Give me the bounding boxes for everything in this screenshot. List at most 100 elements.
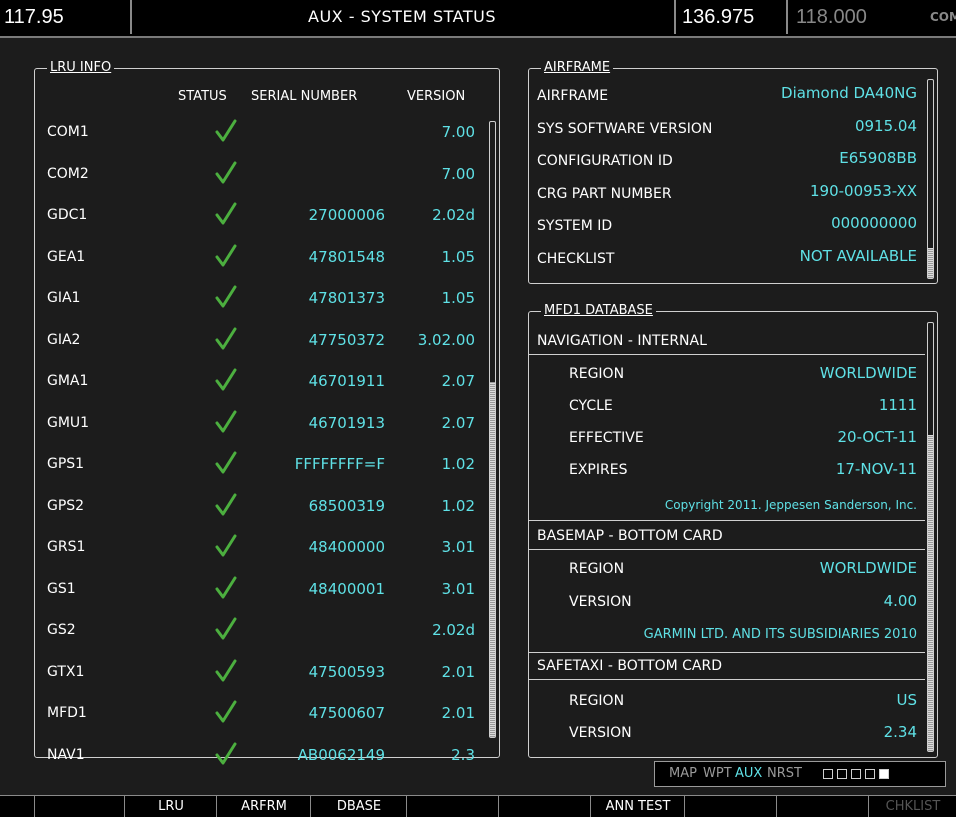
airframe-field-value: 000000000 [831, 214, 917, 232]
lru-row[interactable]: GDC1 27000006 2.02d [35, 200, 485, 230]
lru-serial-number: 46701913 [308, 413, 385, 432]
lru-row[interactable]: GPS1 FFFFFFFF=F 1.02 [35, 449, 485, 479]
lru-version: 1.02 [441, 455, 475, 473]
divider [529, 354, 925, 355]
lru-version: 1.02 [441, 496, 475, 515]
top-bar: 117.95 AUX - SYSTEM STATUS 136.975 118.0… [0, 0, 956, 38]
panel-title: MFD1 DATABASE [541, 303, 656, 319]
divider [674, 0, 676, 34]
lru-serial-number: 48400000 [308, 538, 385, 556]
page-title: AUX - SYSTEM STATUS [308, 7, 496, 26]
com-standby-frequency[interactable]: 118.000 [796, 0, 867, 34]
status-check-icon [215, 617, 237, 640]
airframe-field-label: CRG PART NUMBER [537, 185, 672, 202]
lru-version: 2.01 [441, 662, 475, 681]
lru-row[interactable]: GPS2 68500319 1.02 [35, 491, 485, 521]
status-check-icon [215, 244, 237, 266]
softkey-11[interactable]: CHKLIST [868, 796, 956, 817]
softkey-10[interactable] [776, 796, 869, 817]
airframe-field-value: Diamond DA40NG [781, 84, 917, 102]
lru-version: 1.05 [441, 289, 475, 307]
page-indicator-box [837, 769, 847, 779]
lru-row[interactable]: GEA1 47801548 1.05 [35, 242, 485, 272]
lru-name: GMU1 [47, 414, 90, 431]
airframe-field-value: E65908BB [839, 149, 917, 167]
lru-row[interactable]: GIA1 47801373 1.05 [35, 283, 485, 313]
airframe-scrollbar[interactable] [927, 79, 934, 279]
database-scrollbar[interactable] [927, 322, 934, 752]
softkey-6[interactable] [406, 796, 499, 817]
lru-row[interactable]: GMU1 46701913 2.07 [35, 408, 485, 438]
lru-name: COM2 [47, 165, 89, 182]
basemap-version-label: VERSION [569, 594, 632, 610]
nav-frequency[interactable]: 117.95 [4, 0, 64, 34]
lru-name: GDC1 [47, 207, 88, 223]
status-check-icon [215, 368, 237, 391]
lru-version: 2.3 [451, 745, 475, 764]
mfd1-database-panel: MFD1 DATABASE NAVIGATION - INTERNAL REGI… [528, 303, 938, 758]
airframe-field-label: CHECKLIST [537, 250, 615, 267]
mfd-screen: 117.95 AUX - SYSTEM STATUS 136.975 118.0… [0, 0, 956, 817]
softkey-7[interactable] [498, 796, 591, 817]
expires-value: 17-NOV-11 [835, 460, 917, 478]
status-check-icon [215, 659, 237, 681]
page-group-nrst: NRST [767, 766, 802, 781]
lru-row[interactable]: NAV1 AB0062149 2.3 [35, 740, 485, 770]
lru-name: GPS2 [47, 497, 85, 514]
lru-row[interactable]: GS1 48400001 3.01 [35, 574, 485, 604]
lru-serial-number: FFFFFFFF=F [294, 455, 385, 473]
navigation-database-header: NAVIGATION - INTERNAL [537, 333, 707, 349]
lru-name: NAV1 [47, 746, 85, 763]
safetaxi-version-label: VERSION [569, 725, 632, 741]
lru-row[interactable]: MFD1 47500607 2.01 [35, 698, 485, 728]
status-check-icon [215, 700, 237, 723]
softkey-5[interactable]: DBASE [310, 796, 407, 817]
effective-label: EFFECTIVE [569, 430, 644, 446]
lru-row[interactable]: GMA1 46701911 2.07 [35, 366, 485, 396]
scrollbar-thumb[interactable] [928, 435, 933, 751]
status-header: STATUS [178, 89, 227, 104]
lru-row[interactable]: GRS1 48400000 3.01 [35, 532, 485, 562]
scrollbar-thumb[interactable] [490, 382, 495, 737]
lru-serial-number: 47500607 [308, 704, 385, 722]
softkey-2[interactable] [34, 796, 125, 817]
airframe-panel: AIRFRAME AIRFRAME Diamond DA40NG SYS SOFTW… [528, 60, 938, 284]
lru-version: 2.02d [432, 621, 475, 639]
lru-version: 2.07 [441, 372, 475, 390]
softkey-1[interactable] [0, 796, 34, 817]
version-header: VERSION [407, 89, 466, 104]
expires-label: EXPIRES [569, 462, 628, 478]
lru-version: 2.07 [441, 413, 475, 432]
airframe-field-label: CONFIGURATION ID [537, 153, 673, 169]
lru-name: GIA2 [47, 331, 81, 348]
lru-version: 3.01 [441, 579, 475, 598]
lru-name: GTX1 [47, 663, 85, 680]
status-check-icon [215, 742, 237, 764]
lru-row[interactable]: COM2 7.00 [35, 159, 485, 189]
basemap-region-label: REGION [569, 561, 625, 577]
softkey-8[interactable]: ANN TEST [590, 796, 685, 817]
lru-name: GMA1 [47, 373, 89, 389]
lru-scrollbar[interactable] [489, 121, 496, 738]
lru-name: COM1 [47, 124, 89, 140]
status-check-icon [215, 493, 237, 515]
garmin-copyright: GARMIN LTD. AND ITS SUBSIDIARIES 2010 [643, 627, 917, 642]
jeppesen-copyright: Copyright 2011. Jeppesen Sanderson, Inc. [664, 498, 917, 512]
lru-row[interactable]: GIA2 47750372 3.02.00 [35, 325, 485, 355]
softkey-9[interactable] [684, 796, 777, 817]
lru-serial-number: 47750372 [308, 330, 385, 349]
airframe-field-value: NOT AVAILABLE [799, 246, 917, 265]
page-group-aux: AUX [735, 766, 763, 781]
softkey-3[interactable]: LRU [124, 796, 217, 817]
lru-row[interactable]: GTX1 47500593 2.01 [35, 657, 485, 687]
lru-serial-number: 48400001 [308, 579, 385, 598]
lru-row[interactable]: COM1 7.00 [35, 117, 485, 147]
lru-row[interactable]: GS2 2.02d [35, 615, 485, 645]
divider [130, 0, 132, 34]
airframe-field-label: SYSTEM ID [537, 218, 613, 234]
softkey-4[interactable]: ARFRM [216, 796, 311, 817]
lru-version: 2.01 [441, 704, 475, 722]
com-active-frequency[interactable]: 136.975 [682, 0, 754, 34]
lru-name: GPS1 [47, 456, 85, 472]
scrollbar-thumb[interactable] [928, 248, 933, 278]
